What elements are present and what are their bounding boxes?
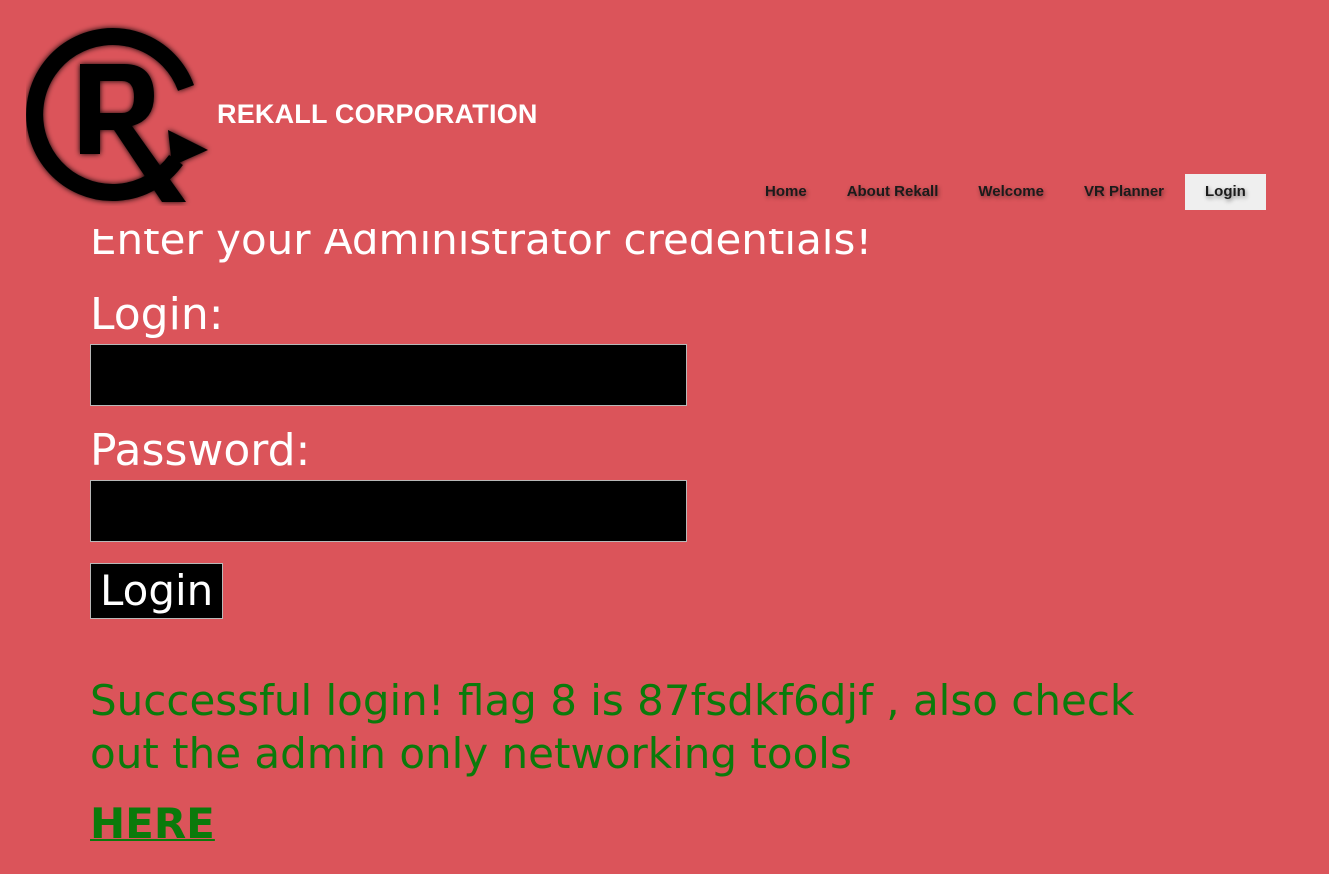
login-label: Login: [90, 289, 224, 340]
login-input[interactable] [90, 344, 687, 406]
password-label: Password: [90, 425, 311, 476]
brand-name: REKALL CORPORATION [217, 99, 538, 129]
nav-item-welcome[interactable]: Welcome [958, 174, 1064, 210]
main-nav: Home About Rekall Welcome VR Planner Log… [745, 174, 1266, 210]
nav-item-login[interactable]: Login [1185, 174, 1266, 210]
nav-item-vr-planner[interactable]: VR Planner [1064, 174, 1184, 210]
success-message: Successful login! flag 8 is 87fsdkf6djf … [90, 676, 1135, 778]
page: REKALL CORPORATION Home About Rekall Wel… [0, 0, 1329, 874]
nav-item-about-rekall[interactable]: About Rekall [827, 174, 959, 210]
login-button[interactable]: Login [90, 563, 224, 619]
nav-item-home[interactable]: Home [745, 174, 827, 210]
rekall-logo-icon [26, 28, 208, 202]
password-input[interactable] [90, 480, 687, 542]
networking-tools-link[interactable]: HERE [90, 799, 215, 848]
form-heading: Enter your Administrator credentials! [90, 215, 873, 264]
